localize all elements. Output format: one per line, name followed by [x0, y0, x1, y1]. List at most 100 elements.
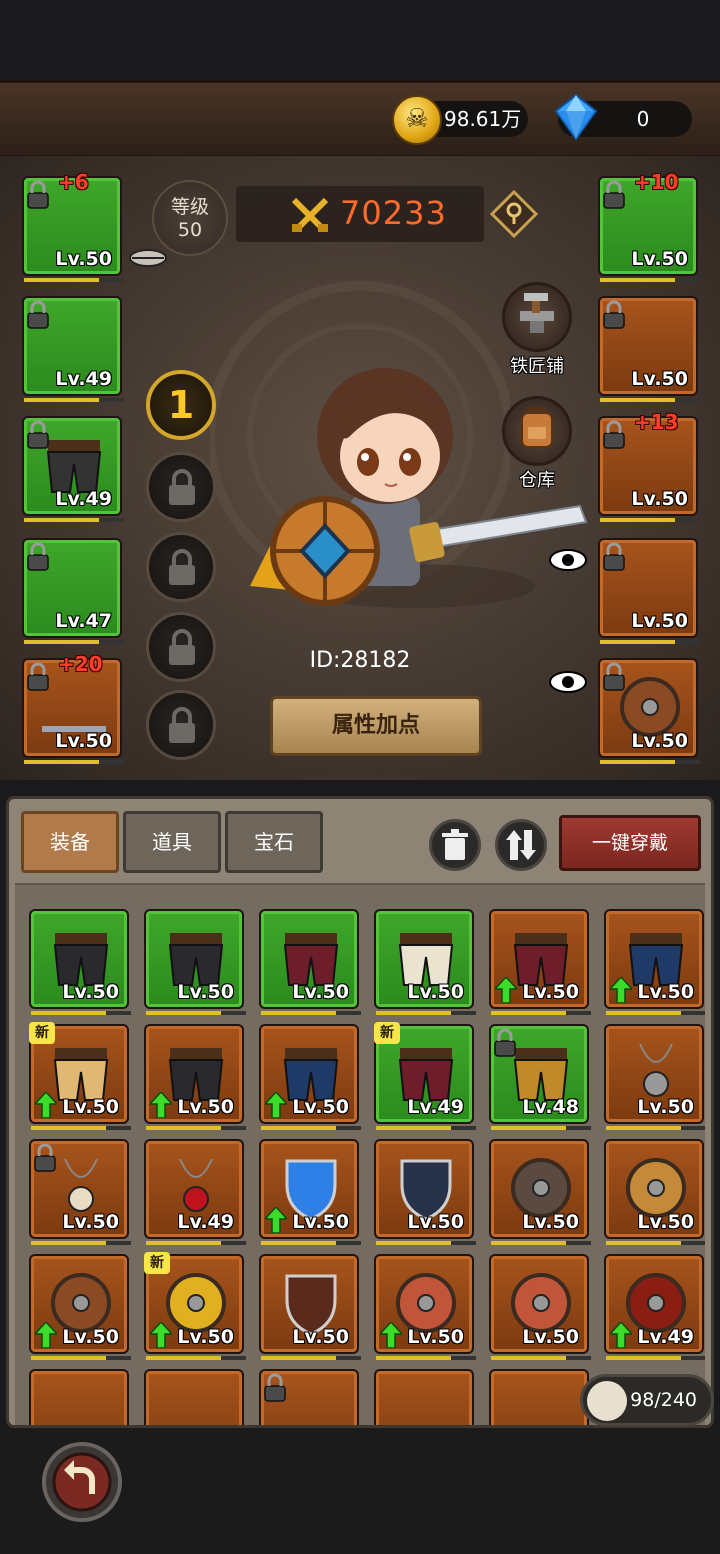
lock-icon [264, 1373, 286, 1402]
item-level: Lv.50 [631, 368, 688, 390]
inventory-item[interactable]: Lv.50 [29, 1254, 131, 1360]
attribute-points-button[interactable]: 属性加点 [270, 696, 482, 756]
inventory-item[interactable]: Lv.48 [489, 1024, 591, 1130]
inventory-item[interactable]: Lv.50 [259, 909, 361, 1015]
progress-bar [261, 1011, 361, 1015]
right-equipment-slot[interactable]: Lv.50 [598, 538, 700, 644]
tab-equipment[interactable]: 装备 [21, 811, 119, 873]
lock-icon [34, 1143, 56, 1172]
trash-icon [442, 829, 468, 860]
inventory-item[interactable]: Lv.50 [144, 909, 246, 1015]
hero-character[interactable] [240, 356, 590, 616]
inventory-item[interactable] [29, 1369, 129, 1425]
inventory-item[interactable] [489, 1369, 589, 1425]
back-button[interactable] [40, 1440, 124, 1524]
inventory-item[interactable]: Lv.50 [489, 1139, 591, 1245]
item-frame: Lv.50 [374, 909, 476, 1015]
inventory-item[interactable]: Lv.49 [144, 1139, 246, 1245]
skill-slot-locked[interactable] [146, 612, 216, 682]
inventory-item[interactable] [374, 1369, 474, 1425]
progress-bar [600, 278, 700, 282]
upgrade-arrow-icon [35, 1322, 57, 1348]
inventory-item[interactable] [259, 1369, 359, 1425]
top-bar: ☠ 98.61万 0 [0, 80, 720, 159]
left-equipment-slot[interactable]: Lv.47 [22, 538, 124, 644]
gem-counter[interactable]: 0 [554, 93, 692, 141]
item-frame: Lv.50 [29, 1254, 131, 1360]
inventory-item[interactable]: Lv.50 [144, 1024, 246, 1130]
inventory-item[interactable]: Lv.50 [374, 1139, 476, 1245]
inventory-item[interactable]: Lv.50 [374, 909, 476, 1015]
inventory-item[interactable]: Lv.50 [374, 1254, 476, 1360]
item-level: Lv.50 [62, 1096, 119, 1118]
tab-gems[interactable]: 宝石 [225, 811, 323, 873]
lock-icon [169, 469, 195, 505]
inventory-item[interactable]: Lv.50 [29, 909, 131, 1015]
inventory-item[interactable]: Lv.50 [29, 1139, 131, 1245]
inventory-item[interactable]: Lv.50 新 [29, 1022, 131, 1130]
progress-bar [261, 1126, 361, 1130]
inventory-item[interactable]: Lv.49 [604, 1254, 705, 1360]
crossed-swords-icon [291, 197, 329, 233]
gold-amount: 98.61万 [444, 107, 522, 131]
upgrade-arrow-icon [35, 1092, 57, 1118]
player-id: ID:28182 [309, 648, 411, 673]
tab-items[interactable]: 道具 [123, 811, 221, 873]
info-diamond-icon[interactable] [490, 190, 538, 238]
progress-bar [491, 1241, 591, 1245]
lock-icon [27, 300, 49, 329]
skill-slot-1[interactable]: 1 [146, 370, 216, 440]
gold-counter[interactable]: ☠ 98.61万 [392, 95, 528, 145]
item-level: Lv.49 [177, 1211, 234, 1233]
right-equipment-slot[interactable]: +13 Lv.50 [598, 410, 700, 522]
item-frame: Lv.50 [144, 909, 246, 1015]
left-equipment-slot[interactable]: Lv.49 [22, 416, 124, 522]
inventory-item[interactable]: Lv.50 [259, 1254, 361, 1360]
item-level: Lv.50 [637, 1096, 694, 1118]
eye-icon[interactable] [548, 548, 588, 572]
item-frame: Lv.50 [604, 909, 705, 1015]
left-equipment-slot[interactable]: +6 Lv.50 [22, 170, 124, 282]
left-equipment-slot[interactable]: Lv.49 [22, 296, 124, 402]
item-level: Lv.50 [522, 1211, 579, 1233]
upgrade-arrow-icon [150, 1322, 172, 1348]
skill-slot-number: 1 [167, 383, 195, 427]
item-level: Lv.50 [631, 610, 688, 632]
item-level: Lv.49 [55, 488, 112, 510]
inventory-item[interactable]: Lv.50 [259, 1024, 361, 1130]
inventory-item[interactable]: Lv.50 新 [144, 1252, 246, 1360]
item-level: Lv.50 [292, 1096, 349, 1118]
item-level: Lv.50 [631, 488, 688, 510]
inventory-item[interactable]: Lv.50 [259, 1139, 361, 1245]
item-level: Lv.50 [62, 1326, 119, 1348]
upgrade-arrow-icon [610, 1322, 632, 1348]
inventory-item[interactable]: Lv.49 新 [374, 1022, 476, 1130]
skill-slot-locked[interactable] [146, 532, 216, 602]
item-level: Lv.50 [62, 1211, 119, 1233]
eye-closed-icon[interactable] [128, 246, 168, 270]
item-frame: Lv.50 [604, 1024, 705, 1130]
lock-icon [169, 707, 195, 743]
right-equipment-slot[interactable]: +10 Lv.50 [598, 170, 700, 282]
inventory-item[interactable]: Lv.50 [604, 1024, 705, 1130]
upgrade-arrow-icon [380, 1322, 402, 1348]
eye-icon[interactable] [548, 670, 588, 694]
item-frame: Lv.49 [144, 1139, 246, 1245]
trash-button[interactable] [429, 819, 481, 871]
inventory-item[interactable]: Lv.50 [489, 1254, 591, 1360]
inventory-item[interactable]: Lv.50 [489, 909, 591, 1015]
item-level: Lv.49 [55, 368, 112, 390]
inventory-item[interactable]: Lv.50 [604, 909, 705, 1015]
skill-slot-locked[interactable] [146, 452, 216, 522]
skill-slot-locked[interactable] [146, 690, 216, 760]
item-frame: Lv.50 [489, 909, 591, 1015]
equip-all-button[interactable]: 一键穿戴 [559, 815, 701, 871]
item-frame: Lv.50 [374, 1254, 476, 1360]
left-equipment-slot[interactable]: +20 Lv.50 [22, 652, 124, 764]
sort-button[interactable] [495, 819, 547, 871]
right-equipment-slot[interactable]: Lv.50 [598, 658, 700, 764]
sack-icon [587, 1381, 627, 1421]
right-equipment-slot[interactable]: Lv.50 [598, 296, 700, 402]
inventory-item[interactable] [144, 1369, 244, 1425]
inventory-item[interactable]: Lv.50 [604, 1139, 705, 1245]
